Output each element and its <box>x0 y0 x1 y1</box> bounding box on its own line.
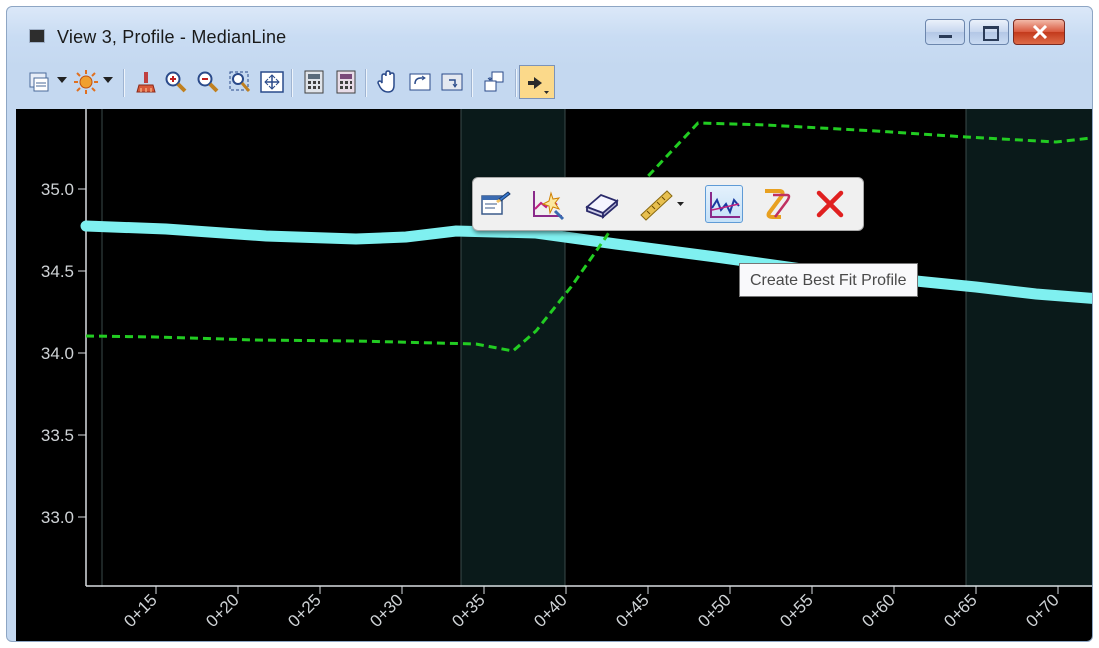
view-previous-icon[interactable] <box>301 69 327 95</box>
close-red-x-icon <box>816 190 844 218</box>
x-tick-label: 0+20 <box>202 590 243 631</box>
y-tick-label: 33.5 <box>41 426 74 445</box>
zoom-out-icon[interactable] <box>195 69 221 95</box>
minimize-button[interactable] <box>925 19 965 45</box>
toolbar-separator <box>123 69 125 97</box>
title-bar[interactable]: View 3, Profile - MedianLine <box>7 7 1092 59</box>
x-tick-label: 0+25 <box>284 590 325 631</box>
x-tick-label: 0+50 <box>694 590 735 631</box>
profile-eraser-button[interactable] <box>583 185 621 223</box>
display-style-icon[interactable] <box>73 69 99 95</box>
tooltip: Create Best Fit Profile <box>739 263 918 297</box>
x-tick-label: 0+15 <box>120 590 161 631</box>
profile-properties-button[interactable] <box>477 185 515 223</box>
view-next-icon[interactable] <box>333 69 359 95</box>
y-tick-label: 34.0 <box>41 344 74 363</box>
toolbar-separator <box>365 69 367 97</box>
profile-tools-icon <box>528 77 549 94</box>
profile-from-surface-button[interactable] <box>529 185 567 223</box>
profile-link-icon <box>765 189 791 219</box>
view-settings-icon[interactable] <box>439 69 465 95</box>
x-tick-label: 0+45 <box>612 590 653 631</box>
view-attributes-dropdown-arrow[interactable] <box>57 77 67 83</box>
window-icon <box>29 29 45 43</box>
x-tick-label: 0+35 <box>448 590 489 631</box>
profile-measure-button[interactable] <box>637 185 689 223</box>
maximize-button[interactable] <box>969 19 1009 45</box>
y-tick-label: 35.0 <box>41 180 74 199</box>
close-icon <box>1032 25 1048 39</box>
fit-view-icon[interactable] <box>259 69 285 95</box>
toolbar-separator <box>515 69 517 97</box>
window-area-icon[interactable] <box>227 69 253 95</box>
y-tick-label: 34.5 <box>41 262 74 281</box>
x-tick-label: 0+60 <box>858 590 899 631</box>
minimize-icon <box>939 35 952 38</box>
display-style-dropdown-arrow[interactable] <box>103 77 113 83</box>
close-floating-toolbar-button[interactable] <box>811 185 849 223</box>
pan-view-icon[interactable] <box>375 69 401 95</box>
y-tick-label: 33.0 <box>41 508 74 527</box>
best-fit-profile-icon <box>710 192 740 218</box>
x-tick-label: 0+55 <box>776 590 817 631</box>
best-fit-profile-button[interactable] <box>705 185 743 223</box>
profile-tools-button[interactable] <box>519 65 555 99</box>
maximize-icon <box>983 26 999 41</box>
profile-from-surface-icon <box>533 191 565 221</box>
x-tick-label: 0+65 <box>940 590 981 631</box>
profile-eraser-icon <box>585 193 619 219</box>
update-view-icon[interactable] <box>133 69 159 95</box>
zoom-in-icon[interactable] <box>163 69 189 95</box>
profile-measure-icon <box>640 190 684 221</box>
x-tick-label: 0+70 <box>1022 590 1063 631</box>
window-title: View 3, Profile - MedianLine <box>57 27 287 47</box>
close-button[interactable] <box>1013 19 1065 45</box>
profile-view-window: View 3, Profile - MedianLine 35.0 34.5 3… <box>6 6 1093 642</box>
copy-view-icon[interactable] <box>481 69 507 95</box>
existing-ground-profile <box>80 220 1092 304</box>
profile-link-button[interactable] <box>757 185 795 223</box>
profile-properties-icon <box>481 191 511 215</box>
view-toolbar <box>15 63 1090 103</box>
floating-profile-toolbar[interactable] <box>472 177 864 231</box>
rotate-view-icon[interactable] <box>407 69 433 95</box>
view-attributes-icon[interactable] <box>27 69 53 95</box>
toolbar-separator <box>471 69 473 97</box>
x-tick-label: 0+40 <box>530 590 571 631</box>
toolbar-separator <box>291 69 293 97</box>
x-tick-label: 0+30 <box>366 590 407 631</box>
shaded-band <box>966 109 1092 587</box>
